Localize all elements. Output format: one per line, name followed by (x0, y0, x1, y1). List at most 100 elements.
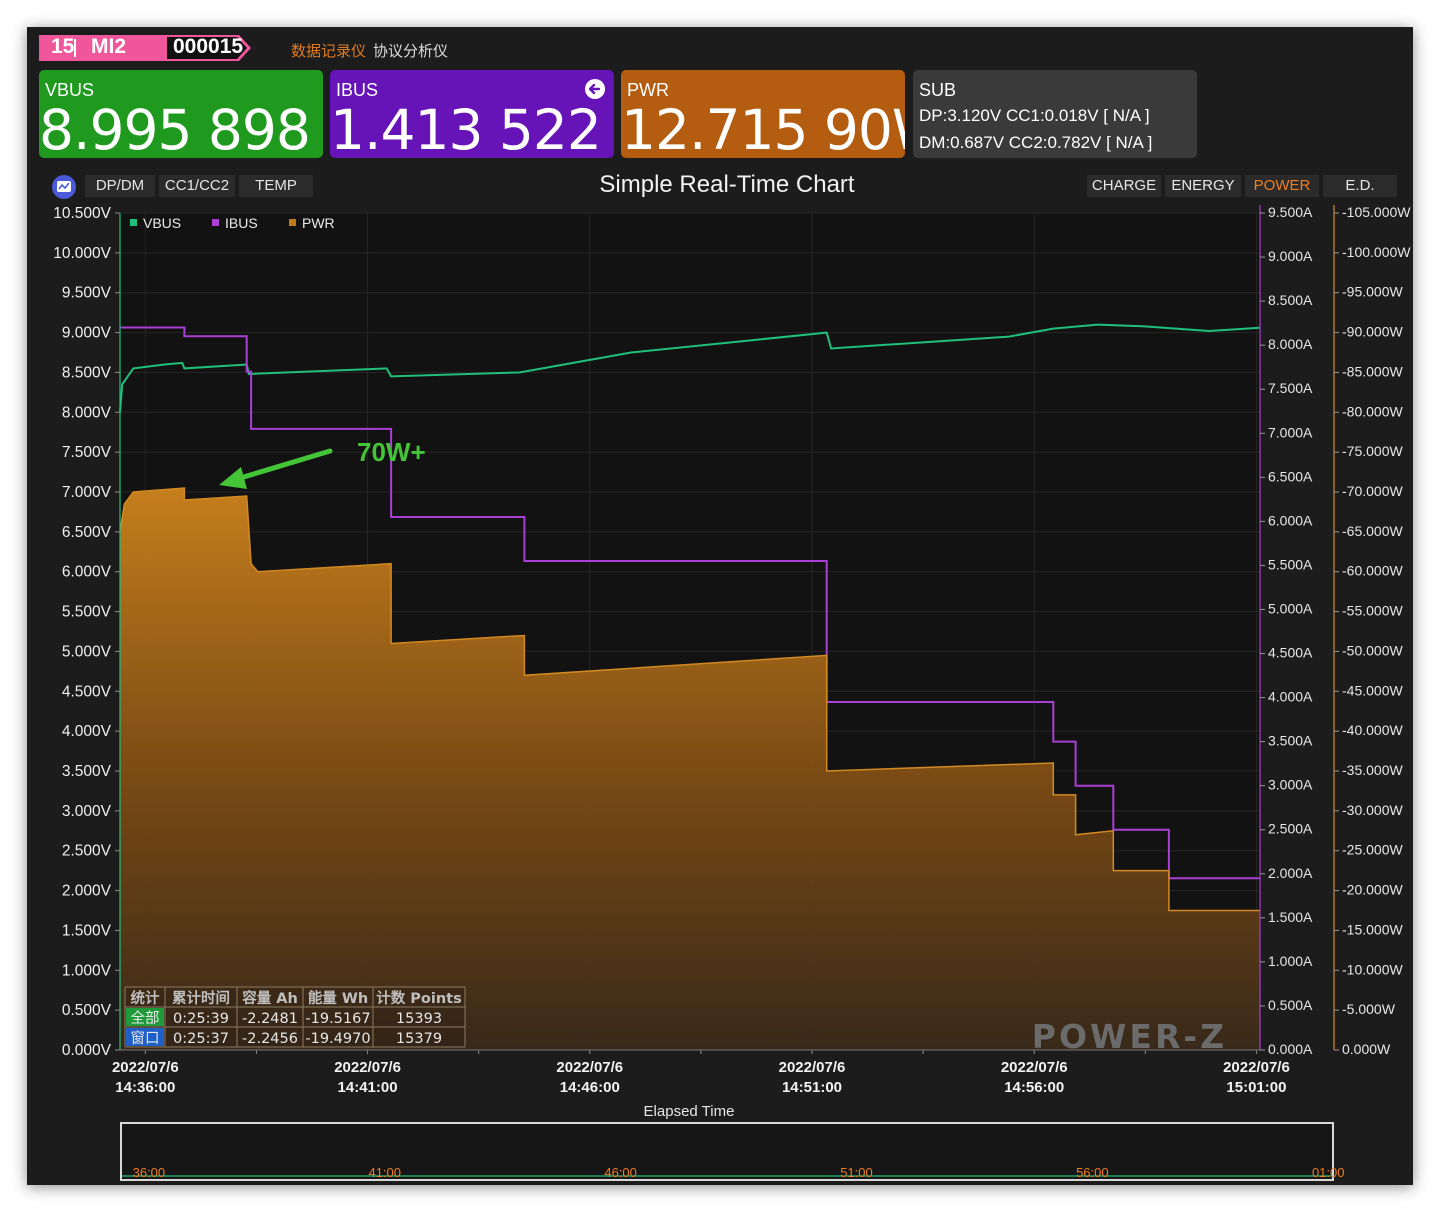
voltage-tick-label: 6.000V (62, 564, 112, 581)
legend-label-ibus: IBUS (225, 215, 258, 231)
voltage-tick-label: 1.000V (62, 962, 112, 979)
power-tick-label: -85.000W (1342, 363, 1403, 379)
voltage-tick-label: 8.500V (62, 364, 112, 381)
current-tick-label: 0.500A (1268, 997, 1313, 1013)
stats-cell: 0:25:37 (173, 1031, 229, 1047)
power-tick-label: -90.000W (1342, 324, 1403, 340)
current-tick-label: 4.500A (1268, 645, 1313, 661)
current-tick-label: 2.500A (1268, 821, 1313, 837)
app-window: 15 MI2 000015 数据记录仪 协议分析仪 VBUS 8.995 898… (27, 27, 1413, 1185)
stats-header-cell: 计数 Points (376, 989, 462, 1007)
voltage-tick-label: 3.500V (62, 763, 112, 780)
stats-cell: 15379 (396, 1031, 442, 1047)
voltage-tick-label: 0.500V (62, 1002, 112, 1019)
stats-cell: -19.4970 (305, 1031, 370, 1047)
stats-cell: 全部 (131, 1009, 160, 1027)
x-tick-time: 14:51:00 (782, 1079, 842, 1096)
real-time-chart[interactable]: 0.000V 0.500V 1.000V 1.500V 2.000V 2.500V 3.00… (27, 27, 1413, 1185)
x-tick-date: 2022/07/6 (779, 1059, 846, 1076)
power-tick-label: -50.000W (1342, 642, 1403, 658)
current-tick-label: 5.500A (1268, 556, 1313, 572)
stats-header-cell: 累计时间 (172, 989, 230, 1007)
stats-cell: -2.2481 (242, 1011, 298, 1027)
voltage-tick-label: 10.500V (53, 205, 111, 222)
x-tick-date: 2022/07/6 (556, 1059, 623, 1076)
power-tick-label: -95.000W (1342, 284, 1403, 300)
x-tick-time: 14:46:00 (560, 1079, 620, 1096)
x-tick-time: 14:41:00 (338, 1079, 398, 1096)
power-tick-label: -45.000W (1342, 682, 1403, 698)
voltage-tick-label: 9.500V (62, 285, 112, 302)
watermark-logo: POWER-Z (1032, 1017, 1227, 1056)
power-tick-label: -35.000W (1342, 762, 1403, 778)
current-tick-label: 3.000A (1268, 777, 1313, 793)
legend-swatch-vbus (130, 219, 137, 226)
power-tick-label: -15.000W (1342, 921, 1403, 937)
voltage-tick-label: 3.000V (62, 803, 112, 820)
legend-label-pwr: PWR (302, 215, 335, 231)
current-tick-label: 2.000A (1268, 865, 1313, 881)
voltage-tick-label: 2.500V (62, 843, 112, 860)
current-tick-label: 6.500A (1268, 468, 1313, 484)
power-tick-label: -55.000W (1342, 603, 1403, 619)
current-tick-label: 6.000A (1268, 512, 1313, 528)
current-tick-label: 7.500A (1268, 380, 1313, 396)
voltage-tick-label: 7.500V (62, 444, 112, 461)
x-axis-label: Elapsed Time (644, 1103, 735, 1120)
voltage-tick-label: 4.000V (62, 723, 112, 740)
voltage-tick-label: 6.500V (62, 524, 112, 541)
voltage-tick-label: 1.500V (62, 922, 112, 939)
power-tick-label: -65.000W (1342, 523, 1403, 539)
current-tick-label: 1.500A (1268, 909, 1313, 925)
current-tick-label: 3.500A (1268, 733, 1313, 749)
x-tick-time: 14:56:00 (1004, 1079, 1064, 1096)
current-tick-label: 8.000A (1268, 336, 1313, 352)
current-tick-label: 1.000A (1268, 953, 1313, 969)
voltage-tick-label: 4.500V (62, 683, 112, 700)
stats-header-cell: 统计 (131, 989, 160, 1007)
voltage-tick-label: 2.000V (62, 883, 112, 900)
voltage-tick-label: 8.000V (62, 404, 112, 421)
stats-cell: -19.5167 (305, 1011, 370, 1027)
current-tick-label: 0.000A (1268, 1041, 1313, 1057)
legend-swatch-ibus (212, 219, 219, 226)
current-tick-label: 8.500A (1268, 292, 1313, 308)
x-tick-time: 15:01:00 (1226, 1079, 1286, 1096)
stats-cell: 窗口 (131, 1029, 160, 1047)
current-tick-label: 4.000A (1268, 689, 1313, 705)
current-tick-label: 5.000A (1268, 600, 1313, 616)
voltage-tick-label: 7.000V (62, 484, 112, 501)
current-tick-label: 7.000A (1268, 424, 1313, 440)
voltage-tick-label: 5.500V (62, 604, 112, 621)
power-tick-label: -5.000W (1342, 1001, 1396, 1017)
stats-header-cell: 能量 Wh (308, 989, 368, 1007)
power-tick-label: -100.000W (1342, 244, 1411, 260)
voltage-tick-label: 10.000V (53, 245, 111, 262)
current-tick-label: 9.500A (1268, 204, 1313, 220)
power-tick-label: -30.000W (1342, 802, 1403, 818)
annotation-label: 70W+ (357, 437, 426, 467)
legend-label-vbus: VBUS (143, 215, 181, 231)
legend-swatch-pwr (289, 219, 296, 226)
stats-header-cell: 容量 Ah (241, 989, 298, 1007)
x-tick-date: 2022/07/6 (1001, 1059, 1068, 1076)
voltage-tick-label: 5.000V (62, 643, 112, 660)
power-tick-label: 0.000W (1342, 1041, 1391, 1057)
power-tick-label: -105.000W (1342, 204, 1411, 220)
power-tick-label: -10.000W (1342, 961, 1403, 977)
stats-cell: -2.2456 (242, 1031, 298, 1047)
x-tick-date: 2022/07/6 (112, 1059, 179, 1076)
voltage-tick-label: 0.000V (62, 1042, 112, 1059)
power-tick-label: -25.000W (1342, 842, 1403, 858)
voltage-tick-label: 9.000V (62, 325, 112, 342)
stats-cell: 15393 (396, 1011, 442, 1027)
power-tick-label: -70.000W (1342, 483, 1403, 499)
current-tick-label: 9.000A (1268, 248, 1313, 264)
power-tick-label: -40.000W (1342, 722, 1403, 738)
power-tick-label: -60.000W (1342, 563, 1403, 579)
power-tick-label: -20.000W (1342, 882, 1403, 898)
x-tick-date: 2022/07/6 (334, 1059, 401, 1076)
x-tick-time: 14:36:00 (115, 1079, 175, 1096)
x-tick-date: 2022/07/6 (1223, 1059, 1290, 1076)
stats-cell: 0:25:39 (173, 1011, 229, 1027)
